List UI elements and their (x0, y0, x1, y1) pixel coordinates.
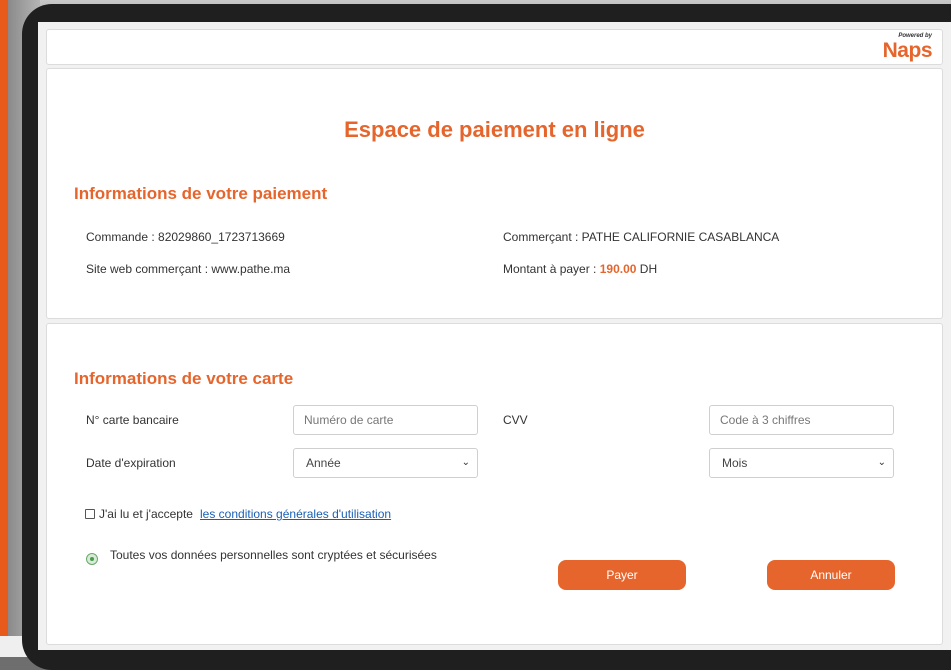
shield-icon (86, 553, 98, 565)
merchant-website: Site web commerçant : www.pathe.ma (86, 262, 291, 276)
card-info-title: Informations de votre carte (74, 369, 294, 388)
chevron-down-icon: ⌄ (461, 457, 470, 468)
payment-info-panel: Espace de paiement en ligne Informations… (46, 68, 943, 319)
merchant-name: Commerçant : PATHE CALIFORNIE CASABLANCA (503, 230, 780, 244)
logo-wordmark: Naps (882, 39, 933, 62)
card-info-panel: Informations de votre carte N° carte ban… (46, 323, 943, 645)
terms-link[interactable]: les conditions générales d'utilisation (200, 507, 391, 521)
security-note: Toutes vos données personnelles sont cry… (110, 548, 437, 562)
amount-label: Montant à payer : (503, 262, 600, 276)
page-title: Espace de paiement en ligne (344, 117, 645, 142)
payment-screen: Powered by Naps Espace de paiement en li… (38, 22, 951, 650)
card-number-label: N° carte bancaire (86, 413, 179, 427)
cancel-button[interactable]: Annuler (767, 560, 895, 590)
expiry-year-select[interactable]: Année ⌄ (293, 448, 478, 478)
cvv-input[interactable] (709, 405, 894, 435)
payment-info-title: Informations de votre paiement (74, 184, 328, 203)
cvv-label: CVV (503, 413, 528, 427)
amount-value: 190.00 (599, 262, 637, 276)
currency: DH (636, 262, 658, 276)
pay-button[interactable]: Payer (558, 560, 686, 590)
expiry-month-select[interactable]: Mois ⌄ (709, 448, 894, 478)
expiry-label: Date d'expiration (86, 456, 176, 470)
order-number: Commande : 82029860_1723713669 (86, 230, 285, 244)
terms-text: J'ai lu et j'accepte (99, 507, 193, 521)
header-panel: Powered by Naps (46, 29, 943, 65)
expiry-month-value: Mois (722, 456, 748, 470)
chevron-down-icon: ⌄ (877, 457, 886, 468)
naps-logo: Powered by Naps (872, 33, 933, 63)
card-number-input[interactable] (293, 405, 478, 435)
amount-to-pay: Montant à payer : 190.00 DH (503, 262, 657, 276)
expiry-year-value: Année (306, 456, 341, 470)
terms-checkbox[interactable] (85, 509, 95, 519)
